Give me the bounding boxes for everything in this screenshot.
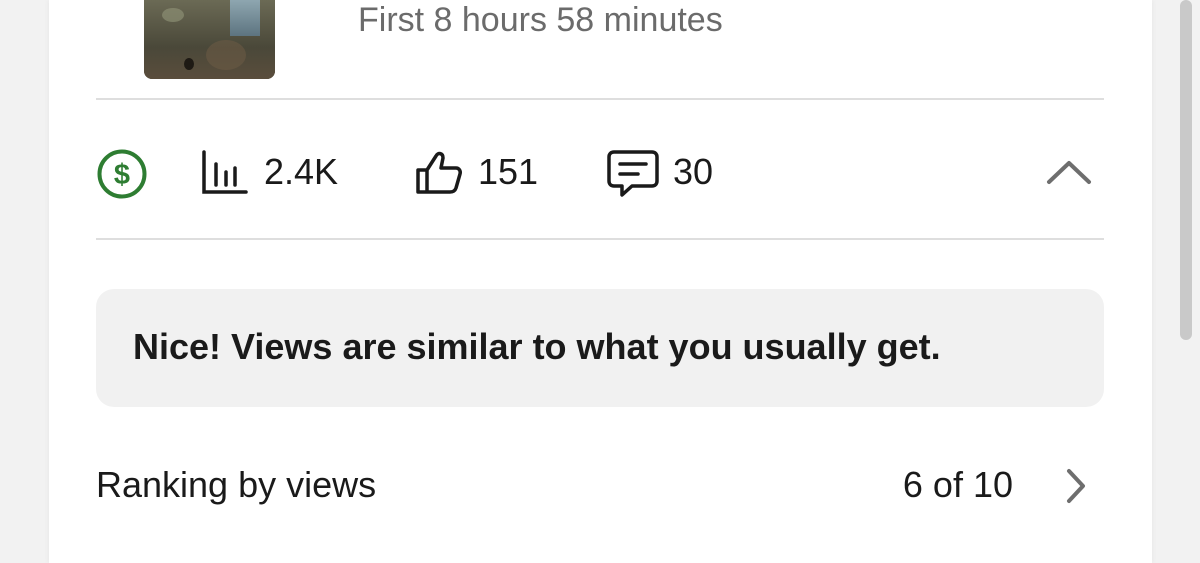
comment-icon[interactable] <box>606 148 660 200</box>
dollar-circle-icon[interactable]: $ <box>96 148 148 200</box>
insight-message: Nice! Views are similar to what you usua… <box>133 326 941 367</box>
views-count: 2.4K <box>264 151 339 192</box>
divider <box>96 98 1104 100</box>
insight-banner: Nice! Views are similar to what you usua… <box>96 289 1104 407</box>
svg-text:$: $ <box>114 159 130 191</box>
ranking-label[interactable]: Ranking by views <box>96 463 376 507</box>
comments-count: 30 <box>673 151 714 192</box>
post-thumbnail[interactable] <box>144 0 275 79</box>
likes-count: 151 <box>478 151 539 192</box>
chevron-up-icon[interactable] <box>1044 154 1094 188</box>
divider <box>96 238 1104 240</box>
thumbs-up-icon[interactable] <box>414 148 464 198</box>
bar-chart-icon <box>202 150 248 194</box>
chevron-right-icon[interactable] <box>1062 466 1090 506</box>
ranking-value[interactable]: 6 of 10 <box>903 463 1013 507</box>
post-subtitle: First 8 hours 58 minutes <box>358 1 723 39</box>
scrollbar[interactable] <box>1180 0 1192 340</box>
